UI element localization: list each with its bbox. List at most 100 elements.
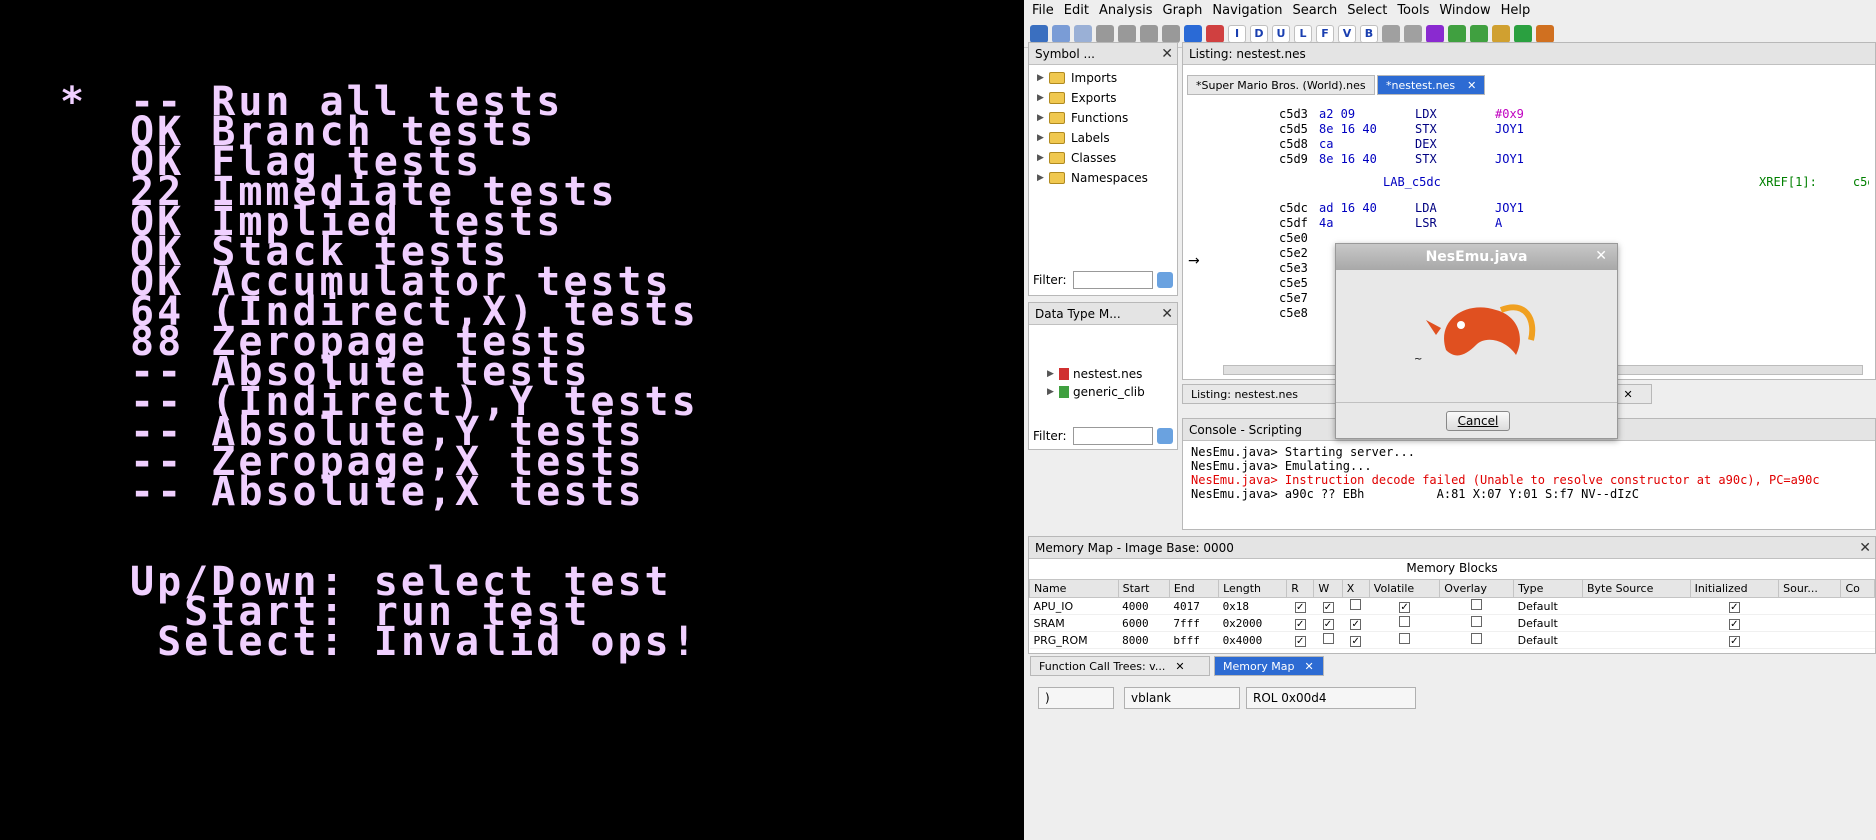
filter-icon[interactable] [1156,272,1173,288]
check-icon[interactable] [1426,24,1444,43]
menu-item-analysis[interactable]: Analysis [1099,3,1153,18]
tool-icon[interactable] [1448,24,1466,43]
column-header[interactable]: Initialized [1689,579,1780,598]
tab-function-call-trees[interactable]: Function Call Trees: v... ✕ [1030,656,1210,676]
tool-icon[interactable] [1492,24,1510,43]
checkbox[interactable] [1471,616,1483,627]
undo-icon[interactable] [1382,24,1400,43]
column-header[interactable]: Start [1117,579,1170,598]
expand-icon[interactable]: ▶ [1037,153,1049,163]
expand-icon[interactable]: ▶ [1047,387,1059,397]
table-row[interactable]: SRAM 6000 7fff 0x2000 ✓ ✓ ✓ Default ✓ [1029,614,1875,632]
close-icon[interactable]: ✕ [1161,46,1173,62]
symbol-tree-item-functions[interactable]: ▶ Functions [1037,111,1128,125]
checkbox[interactable]: ✓ [1294,618,1306,630]
nav-icon[interactable] [1096,24,1114,43]
column-header[interactable]: Co [1840,579,1875,598]
expand-icon[interactable]: ▶ [1037,93,1049,103]
nav-icon[interactable] [1140,24,1158,43]
menu-item-select[interactable]: Select [1347,3,1387,18]
checkbox[interactable]: ✓ [1728,618,1740,630]
column-header[interactable]: Overlay [1439,579,1515,598]
close-icon[interactable]: ✕ [1304,660,1313,673]
menu-item-help[interactable]: Help [1501,3,1531,18]
close-icon[interactable]: ✕ [1624,388,1633,401]
column-header[interactable]: End [1168,579,1220,598]
checkbox[interactable]: ✓ [1350,618,1362,630]
dtm-filter-input[interactable] [1072,427,1153,445]
checkbox[interactable]: ✓ [1322,601,1334,613]
column-header[interactable]: R [1286,579,1315,598]
table-row[interactable]: PRG_ROM 8000 bfff 0x4000 ✓ ✓ Default ✓ [1029,631,1875,649]
run-icon[interactable] [1514,24,1532,43]
column-header[interactable]: Length [1218,579,1288,598]
checkbox[interactable]: ✓ [1399,601,1411,613]
tab-memory-map[interactable]: Memory Map ✕ [1214,656,1324,676]
checkbox[interactable] [1471,599,1483,610]
listing-label[interactable]: LAB_c5dc [1383,175,1441,189]
download-arrow-icon[interactable] [1184,24,1202,43]
expand-icon[interactable]: ▶ [1037,113,1049,123]
symbol-tree-item-labels[interactable]: ▶ Labels [1037,131,1110,145]
menu-item-navigation[interactable]: Navigation [1212,3,1282,18]
checkbox[interactable] [1350,599,1362,610]
xref-annotation[interactable]: XREF[1]: c5e3 [1759,175,1869,189]
checkbox[interactable]: ✓ [1322,618,1334,630]
tool-icon[interactable] [1536,24,1554,43]
checkbox[interactable]: ✓ [1294,635,1306,647]
symbol-tree-item-classes[interactable]: ▶ Classes [1037,151,1116,165]
close-icon[interactable]: ✕ [1467,79,1476,92]
close-icon[interactable]: ✕ [1859,540,1871,556]
symbol-tree-item-namespaces[interactable]: ▶ Namespaces [1037,171,1148,185]
back-arrow-icon[interactable] [1052,24,1070,43]
checkbox[interactable]: ✓ [1350,635,1362,647]
menu-item-file[interactable]: File [1032,3,1054,18]
close-icon[interactable]: ✕ [1161,306,1173,322]
toolbar-letter-button[interactable]: D [1250,24,1268,43]
toolbar-letter-button[interactable]: U [1272,24,1290,43]
expand-icon[interactable]: ▶ [1047,369,1059,379]
symbol-tree-item-exports[interactable]: ▶ Exports [1037,91,1117,105]
toolbar-letter-button[interactable]: I [1228,24,1246,43]
close-icon[interactable]: ✕ [1595,248,1607,264]
toolbar-letter-button[interactable]: V [1338,24,1356,43]
column-header[interactable]: Byte Source [1581,579,1691,598]
menu-item-graph[interactable]: Graph [1163,3,1203,18]
checkbox[interactable]: ✓ [1728,635,1740,647]
expand-icon[interactable]: ▶ [1037,133,1049,143]
symbol-filter-input[interactable] [1072,271,1153,289]
column-header[interactable]: Name [1029,579,1119,598]
checkbox[interactable]: ✓ [1728,601,1740,613]
nav-icon[interactable] [1118,24,1136,43]
tab-nestest[interactable]: *nestest.nes ✕ [1377,75,1486,95]
dtm-item[interactable]: ▶ nestest.nes [1047,367,1142,381]
symbol-tree-item-imports[interactable]: ▶ Imports [1037,71,1117,85]
column-header[interactable]: Sour... [1778,579,1842,598]
toolbar-letter-button[interactable]: F [1316,24,1334,43]
menu-item-window[interactable]: Window [1439,3,1490,18]
forward-arrow-icon[interactable] [1074,24,1092,43]
checkbox[interactable]: ✓ [1294,601,1306,613]
column-header[interactable]: W [1313,579,1343,598]
table-row[interactable]: APU_IO 4000 4017 0x18 ✓ ✓ ✓ Default ✓ [1029,597,1875,615]
column-header[interactable]: X [1341,579,1370,598]
close-icon[interactable]: ✕ [1175,660,1184,673]
checkbox[interactable] [1399,633,1411,644]
expand-icon[interactable]: ▶ [1037,73,1049,83]
checkbox[interactable] [1322,633,1334,644]
menu-item-tools[interactable]: Tools [1397,3,1429,18]
checkbox[interactable] [1399,616,1411,627]
column-header[interactable]: Type [1513,579,1583,598]
tab-super-mario[interactable]: *Super Mario Bros. (World).nes [1187,75,1375,95]
tool-icon[interactable] [1470,24,1488,43]
save-icon[interactable] [1030,24,1048,43]
menu-item-edit[interactable]: Edit [1064,3,1089,18]
nav-icon[interactable] [1162,24,1180,43]
toolbar-letter-button[interactable]: B [1360,24,1378,43]
toolbar-letter-button[interactable]: L [1294,24,1312,43]
checkbox[interactable] [1471,633,1483,644]
expand-icon[interactable]: ▶ [1037,173,1049,183]
redo-icon[interactable] [1404,24,1422,43]
column-header[interactable]: Volatile [1368,579,1441,598]
filter-icon[interactable] [1156,428,1173,444]
